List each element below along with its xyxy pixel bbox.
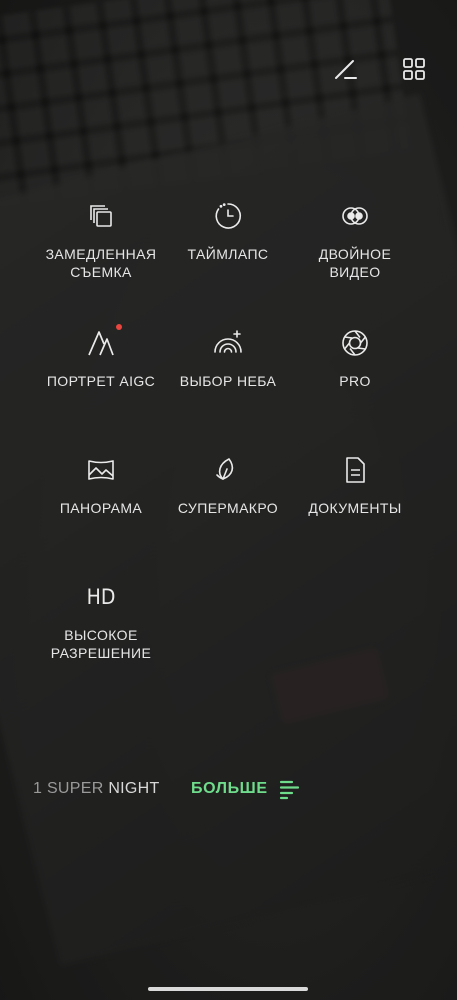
slow-motion-icon [86, 201, 116, 231]
mode-label: ПАНОРАМА [59, 500, 143, 516]
mode-label: СУПЕРМАКРО [177, 500, 279, 516]
mode-sky-select[interactable]: ВЫБОР НЕБА [164, 328, 292, 390]
leaf-icon [213, 455, 243, 485]
mode-super-macro[interactable]: СУПЕРМАКРО [164, 455, 292, 517]
edit-icon[interactable] [333, 56, 359, 82]
mode-label: ВЫБОР НЕБА [179, 373, 277, 389]
more-modes-tab[interactable]: БОЛЬШЕ [191, 780, 268, 798]
mode-label: ВЫСОКОЕ РАЗРЕШЕНИЕ [50, 627, 152, 661]
mode-label: ТАЙМЛАПС [187, 246, 269, 262]
dual-video-icon [340, 201, 370, 231]
aperture-icon [340, 328, 370, 358]
mode-portrait-aigc[interactable]: ПОРТРЕТ AIGC [37, 324, 165, 390]
mode-super-night[interactable]: 1 SUPER NIGHT [33, 780, 160, 798]
mode-label: ДОКУМЕНТЫ [308, 500, 402, 516]
mode-documents[interactable]: ДОКУМЕНТЫ [291, 455, 419, 517]
mode-panorama[interactable]: ПАНОРАМА [37, 455, 165, 517]
new-badge [116, 324, 122, 330]
document-icon [340, 455, 370, 485]
panorama-icon [86, 455, 116, 485]
mode-high-res[interactable]: HD ВЫСОКОЕ РАЗРЕШЕНИЕ [37, 582, 165, 662]
mode-slow-motion[interactable]: ЗАМЕДЛЕННАЯ СЪЕМКА [37, 201, 165, 281]
mode-label: PRO [339, 373, 371, 389]
grid-icon[interactable] [401, 56, 427, 82]
mode-dual-video[interactable]: ДВОЙНОЕ ВИДЕО [291, 201, 419, 281]
timelapse-icon [213, 201, 243, 231]
home-indicator[interactable] [148, 987, 308, 991]
sky-icon [213, 328, 243, 358]
portrait-aigc-icon [86, 324, 122, 358]
mode-bar: 1 SUPER NIGHT БОЛЬШЕ [0, 777, 457, 803]
mode-label: ЗАМЕДЛЕННАЯ СЪЕМКА [45, 246, 157, 280]
mode-label: ПОРТРЕТ AIGC [46, 373, 156, 389]
mode-pro[interactable]: PRO [291, 328, 419, 390]
mode-timelapse[interactable]: ТАЙМЛАПС [164, 201, 292, 263]
mode-label: ДВОЙНОЕ ВИДЕО [318, 246, 392, 280]
hd-icon: HD [86, 585, 116, 609]
menu-lines-icon[interactable] [279, 780, 301, 805]
